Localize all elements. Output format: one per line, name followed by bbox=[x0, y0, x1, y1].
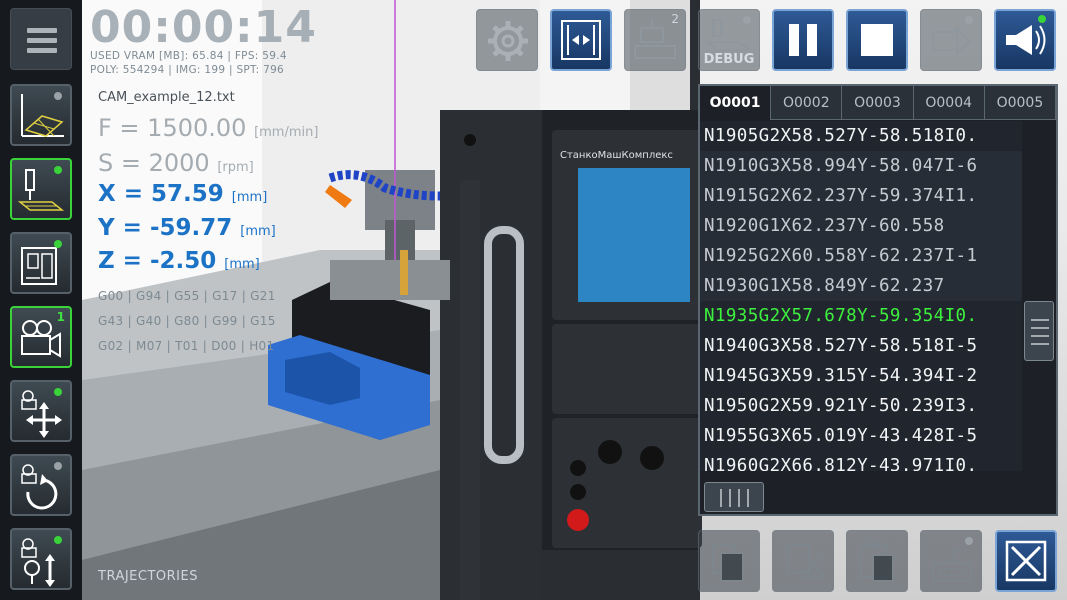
code-line[interactable]: N1930G1X58.849Y-62.237 bbox=[700, 271, 1022, 301]
y-position: Y = -59.77 [mm] bbox=[98, 215, 276, 241]
pause-button[interactable] bbox=[772, 9, 834, 71]
stop-icon bbox=[861, 24, 893, 56]
camera-count-badge: 1 bbox=[56, 310, 65, 324]
sidebar-zoom-button[interactable] bbox=[10, 528, 72, 590]
x-unit: [mm] bbox=[231, 190, 268, 205]
grip-lines-icon bbox=[1031, 319, 1049, 345]
tab-program[interactable]: O0005 bbox=[984, 86, 1057, 120]
nc-code-list[interactable]: N1905G2X58.527Y-58.518I0. N1910G3X58.994… bbox=[700, 121, 1022, 471]
y-value: Y = -59.77 bbox=[98, 215, 233, 241]
code-line[interactable]: N1910G3X58.994Y-58.047I-6 bbox=[700, 151, 1022, 181]
current-code-line[interactable]: N1935G2X57.678Y-59.354I0. bbox=[700, 301, 1022, 331]
nc-program-panel: O0001 O0002 O0003 O0004 O0005 N1905G2X58… bbox=[698, 84, 1058, 516]
active-gcodes-row: G43 | G40 | G80 | G99 | G15 bbox=[98, 314, 276, 328]
sound-button[interactable] bbox=[994, 9, 1056, 71]
code-line[interactable]: N1955G3X65.019Y-43.428I-5 bbox=[700, 421, 1022, 451]
panel-brand-text: СтанкоМашКомплекс bbox=[560, 150, 673, 161]
close-icon bbox=[1005, 540, 1047, 582]
speed-value: S = 2000 bbox=[98, 149, 210, 177]
code-line[interactable]: N1920G1X62.237Y-60.558 bbox=[700, 211, 1022, 241]
left-sidebar: 1 bbox=[0, 0, 82, 600]
code-line[interactable]: N1915G2X62.237Y-59.374I1. bbox=[700, 181, 1022, 211]
pause-icon bbox=[789, 24, 817, 56]
fit-view-button[interactable] bbox=[550, 9, 612, 71]
horizontal-scroll-handle[interactable] bbox=[704, 482, 764, 512]
feed-value: F = 1500.00 bbox=[98, 114, 247, 142]
keyboard-button[interactable] bbox=[920, 530, 982, 592]
tab-program[interactable]: O0002 bbox=[771, 86, 843, 120]
feed-unit: [mm/min] bbox=[254, 125, 319, 140]
x-position: X = 57.59 [mm] bbox=[98, 181, 267, 207]
speed-unit: [rpm] bbox=[217, 160, 254, 175]
cut-icon bbox=[786, 544, 824, 580]
code-line[interactable]: N1940G3X58.527Y-58.518I-5 bbox=[700, 331, 1022, 361]
active-gcodes-row: G00 | G94 | G55 | G17 | G21 bbox=[98, 289, 276, 303]
z-value: Z = -2.50 bbox=[98, 248, 217, 274]
program-filename: CAM_example_12.txt bbox=[98, 90, 235, 105]
vertical-scroll-handle[interactable] bbox=[1024, 301, 1054, 361]
code-line[interactable]: N1950G2X59.921Y-50.239I3. bbox=[700, 391, 1022, 421]
paste-icon bbox=[860, 540, 894, 582]
step-forward-button[interactable] bbox=[920, 9, 982, 71]
copy-icon bbox=[712, 544, 744, 582]
copy-button[interactable] bbox=[698, 530, 760, 592]
machine-count-badge: 2 bbox=[671, 12, 679, 26]
camera-rotate-icon bbox=[21, 462, 62, 510]
tab-program[interactable]: O0004 bbox=[913, 86, 985, 120]
x-value: X = 57.59 bbox=[98, 181, 224, 207]
active-gcodes-row: G02 | M07 | T01 | D00 | H01 bbox=[98, 339, 275, 353]
feed-rate: F = 1500.00 [mm/min] bbox=[98, 114, 318, 142]
machine-view-button[interactable]: 2 bbox=[624, 9, 686, 71]
program-tabs: O0001 O0002 O0003 O0004 O0005 bbox=[700, 86, 1057, 120]
elapsed-timer: 00:00:14 bbox=[90, 2, 317, 53]
trajectory-grid-icon bbox=[21, 92, 64, 137]
milling-tool-icon bbox=[17, 166, 65, 211]
gear-icon bbox=[488, 21, 528, 61]
grip-lines-icon bbox=[720, 489, 749, 507]
hamburger-menu-button[interactable] bbox=[10, 8, 72, 70]
code-line[interactable]: N1945G3X59.315Y-54.394I-2 bbox=[700, 361, 1022, 391]
sidebar-trajectory-button[interactable] bbox=[10, 84, 72, 146]
stop-button[interactable] bbox=[846, 9, 908, 71]
stats-poly: POLY: 554294 | IMG: 199 | SPT: 796 bbox=[90, 64, 285, 76]
paste-button[interactable] bbox=[846, 530, 908, 592]
close-button[interactable] bbox=[995, 530, 1057, 592]
trajectories-label: TRAJECTORIES bbox=[98, 569, 198, 584]
sidebar-rotate-button[interactable] bbox=[10, 454, 72, 516]
code-line[interactable]: N1905G2X58.527Y-58.518I0. bbox=[700, 121, 1022, 151]
tab-program[interactable]: O0003 bbox=[842, 86, 914, 120]
move-arrows-icon bbox=[21, 388, 62, 438]
sidebar-tool-button[interactable] bbox=[10, 158, 72, 220]
z-position: Z = -2.50 [mm] bbox=[98, 248, 260, 274]
tab-program[interactable]: O0001 bbox=[700, 86, 772, 120]
keyboard-icon bbox=[932, 537, 973, 582]
stats-vram-fps: USED VRAM [MB]: 65.84 | FPS: 59.4 bbox=[90, 50, 287, 62]
z-unit: [mm] bbox=[224, 257, 260, 272]
machine-icon bbox=[21, 240, 62, 285]
sidebar-machine-button[interactable] bbox=[10, 232, 72, 294]
sidebar-move-button[interactable] bbox=[10, 380, 72, 442]
fit-to-screen-icon bbox=[561, 20, 601, 60]
y-unit: [mm] bbox=[240, 224, 276, 239]
settings-button[interactable] bbox=[476, 9, 538, 71]
code-line[interactable]: N1925G2X60.558Y-62.237I-1 bbox=[700, 241, 1022, 271]
megaphone-icon bbox=[1006, 15, 1046, 55]
code-line[interactable]: N1960G2X66.812Y-43.971I0. bbox=[700, 451, 1022, 471]
menu-icon bbox=[27, 28, 57, 53]
debug-button[interactable]: DEBUG bbox=[698, 9, 760, 71]
spindle-speed: S = 2000 [rpm] bbox=[98, 149, 254, 177]
step-forward-icon bbox=[932, 16, 973, 57]
camera-zoom-icon bbox=[21, 536, 62, 587]
cut-button[interactable] bbox=[772, 530, 834, 592]
sidebar-camera-button[interactable]: 1 bbox=[10, 306, 72, 368]
debug-label: DEBUG bbox=[703, 52, 755, 67]
